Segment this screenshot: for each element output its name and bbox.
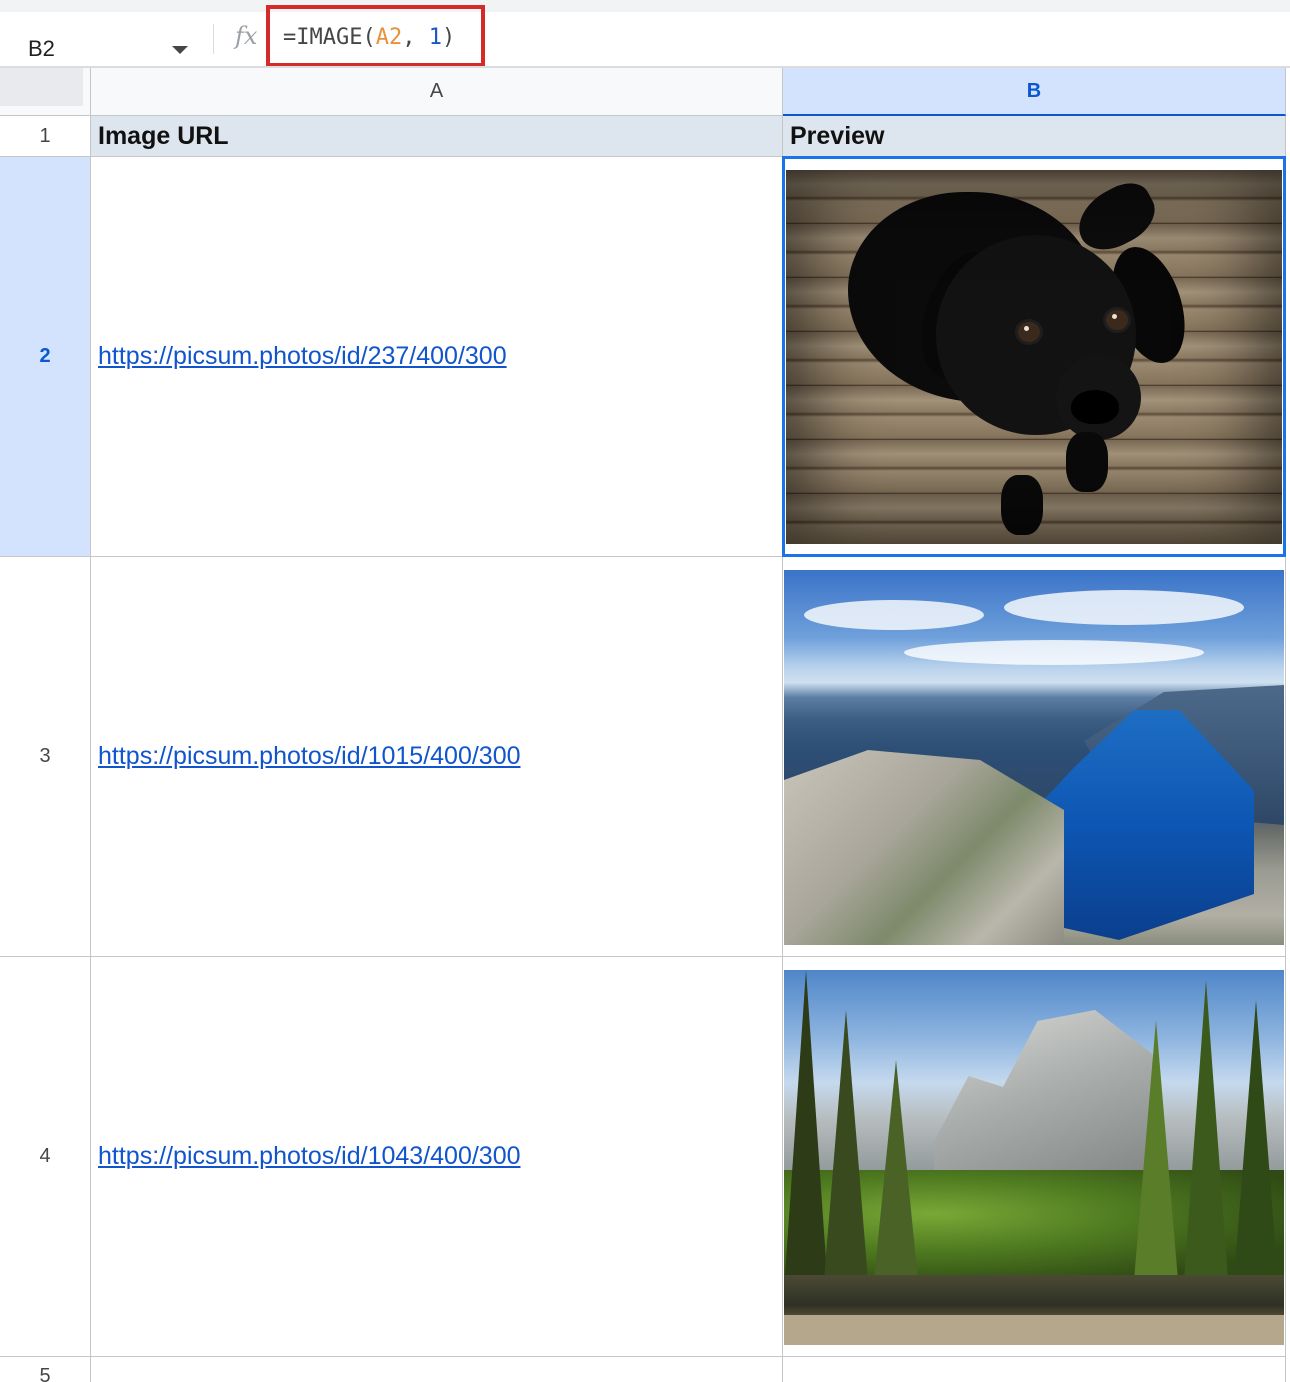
riverbank-shape (784, 1315, 1284, 1345)
cell-a1[interactable]: Image URL (91, 116, 783, 157)
cloud-shape (904, 640, 1204, 665)
cliff-shape (784, 750, 1064, 945)
cloud-shape (1004, 590, 1244, 625)
name-box-value: B2 (28, 36, 55, 61)
black-puppy-image (786, 170, 1282, 544)
tree-shape (1134, 1020, 1178, 1280)
row-header-1[interactable]: 1 (0, 116, 91, 157)
tree-shape (874, 1060, 918, 1280)
image-url-link[interactable]: https://picsum.photos/id/1015/400/300 (98, 742, 521, 771)
formula-bar-divider (213, 24, 214, 54)
image-url-link[interactable]: https://picsum.photos/id/237/400/300 (98, 342, 507, 371)
row-header-3[interactable]: 3 (0, 557, 91, 957)
tree-shape (824, 1010, 868, 1280)
cell-b1[interactable]: Preview (783, 116, 1286, 157)
fx-icon: fx (235, 22, 258, 50)
column-header-a[interactable]: A (91, 68, 783, 116)
cell-b5[interactable] (783, 1357, 1286, 1382)
toolbar-edge (0, 0, 1290, 12)
formula-highlight-box (266, 5, 485, 67)
formula-bar: B2 fx =IMAGE(A2, 1) (0, 0, 1290, 68)
row-header-2[interactable]: 2 (0, 157, 91, 557)
fjord-landscape-image (784, 570, 1284, 945)
cell-a4[interactable]: https://picsum.photos/id/1043/400/300 (91, 957, 783, 1357)
image-vignette (786, 170, 1282, 544)
mountain-valley-image (784, 970, 1284, 1345)
cell-a2[interactable]: https://picsum.photos/id/237/400/300 (91, 157, 783, 557)
select-all-corner-fill (0, 68, 83, 106)
tree-shape (784, 970, 828, 1290)
row-header-5[interactable]: 5 (0, 1357, 91, 1382)
tree-shape (1234, 1000, 1278, 1280)
row-header-4[interactable]: 4 (0, 957, 91, 1357)
image-url-link[interactable]: https://picsum.photos/id/1043/400/300 (98, 1142, 521, 1171)
header-image-url: Image URL (98, 121, 229, 150)
column-header-b[interactable]: B (783, 68, 1286, 116)
tree-shape (1184, 980, 1228, 1280)
cell-a3[interactable]: https://picsum.photos/id/1015/400/300 (91, 557, 783, 957)
cloud-shape (804, 600, 984, 630)
cell-a5[interactable] (91, 1357, 783, 1382)
chevron-down-icon[interactable] (172, 46, 188, 54)
header-preview: Preview (790, 121, 885, 150)
name-box[interactable]: B2 (0, 12, 213, 66)
